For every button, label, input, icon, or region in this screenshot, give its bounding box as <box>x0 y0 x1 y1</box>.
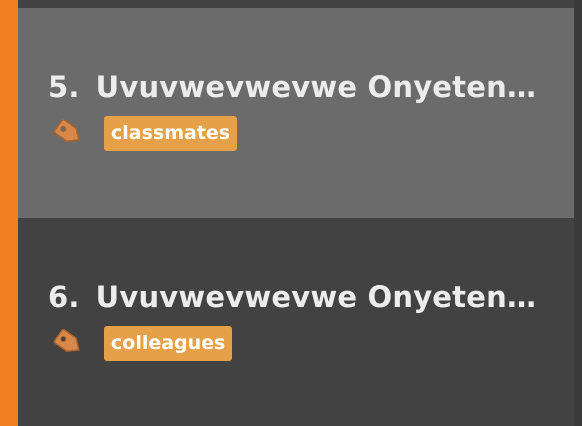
list-item[interactable]: 6. Uvuvwevwevwe Onyetenye... colleagues <box>18 218 574 426</box>
tag-row: colleagues <box>50 325 233 361</box>
list-item-number: 5. <box>48 70 80 104</box>
tag-badge[interactable]: classmates <box>104 115 238 151</box>
tag-row: classmates <box>50 115 238 151</box>
contact-list-panel: 5. Uvuvwevwevwe Onyetenye... classmates 6… <box>0 0 582 426</box>
list-item-number: 6. <box>48 280 80 314</box>
list-top-gap <box>18 0 574 8</box>
list-item[interactable]: 5. Uvuvwevwevwe Onyetenye... classmates <box>18 8 574 218</box>
list-item-name: Uvuvwevwevwe Onyetenye... <box>95 70 548 104</box>
tag-icon <box>50 115 88 151</box>
list-item-title: 5. Uvuvwevwevwe Onyetenye... <box>48 70 548 104</box>
list-item-title: 6. Uvuvwevwevwe Onyetenye... <box>48 280 548 314</box>
tag-icon <box>50 325 88 361</box>
scrollbar-track[interactable] <box>574 0 582 426</box>
tag-badge[interactable]: colleagues <box>104 325 233 361</box>
contact-list: 5. Uvuvwevwevwe Onyetenye... classmates 6… <box>18 8 574 426</box>
list-item-name: Uvuvwevwevwe Onyetenye... <box>95 280 548 314</box>
accent-strip <box>0 0 18 426</box>
